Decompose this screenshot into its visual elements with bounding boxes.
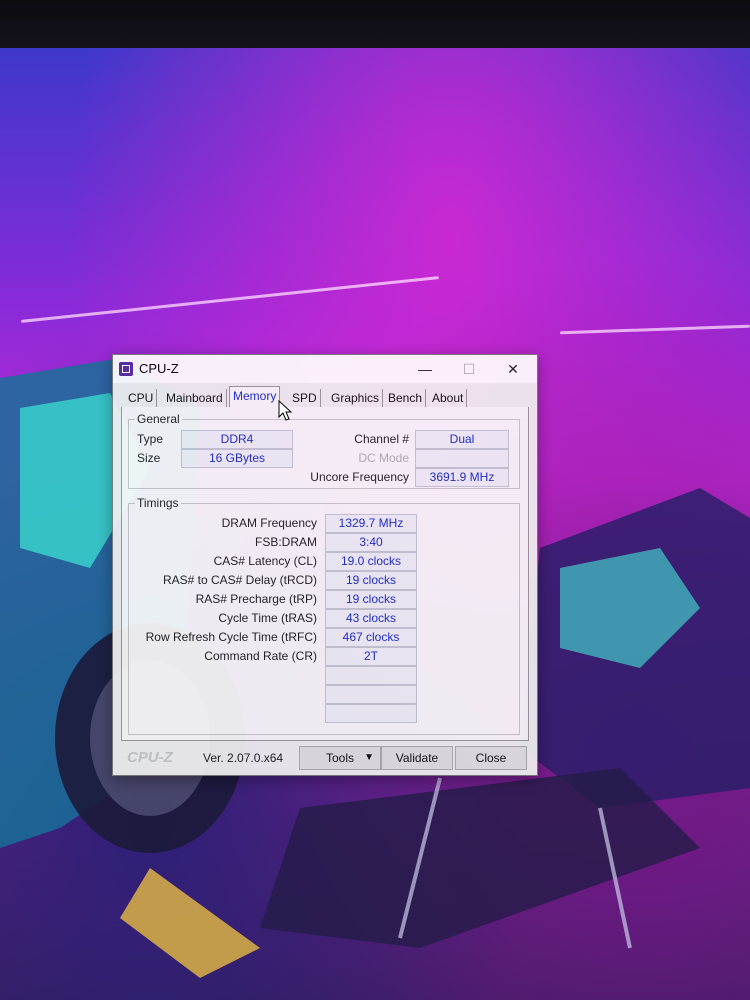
cycle-time-value: 43 clocks <box>325 609 417 628</box>
ras-to-cas-value: 19 clocks <box>325 571 417 590</box>
dc-mode-label: DC Mode <box>358 451 409 465</box>
tab-mainboard[interactable]: Mainboard <box>163 389 227 407</box>
cpuz-window: CPU-Z — ☐ ✕ CPU Mainboard Memory SPD Gra… <box>112 354 538 776</box>
mouse-cursor-icon <box>278 400 293 421</box>
type-value: DDR4 <box>181 430 293 449</box>
tools-button-label: Tools <box>325 751 354 765</box>
tab-graphics[interactable]: Graphics <box>328 389 384 407</box>
ras-precharge-label: RAS# Precharge (tRP) <box>195 592 317 606</box>
empty-timing-field <box>325 685 417 704</box>
type-label: Type <box>137 432 164 446</box>
general-group: General Type DDR4 Size 16 GBytes Channel… <box>128 412 520 489</box>
monitor-bezel <box>0 0 750 48</box>
validate-button[interactable]: Validate <box>381 746 453 770</box>
size-label: Size <box>137 451 161 465</box>
ras-precharge-value: 19 clocks <box>325 590 417 609</box>
tab-cpu[interactable]: CPU <box>125 389 158 407</box>
footer-bar: CPU-Z Ver. 2.07.0.x64 Tools ▼ Validate C… <box>113 741 537 775</box>
minimize-button[interactable]: — <box>403 355 447 383</box>
uncore-frequency-value: 3691.9 MHz <box>415 468 509 487</box>
ras-to-cas-label: RAS# to CAS# Delay (tRCD) <box>162 573 317 587</box>
dram-frequency-value: 1329.7 MHz <box>325 514 417 533</box>
dropdown-arrow-icon: ▼ <box>364 752 374 763</box>
cas-latency-value: 19.0 clocks <box>325 552 417 571</box>
window-title: CPU-Z <box>139 361 179 376</box>
timings-group: Timings DRAM Frequency 1329.7 MHz FSB:DR… <box>128 496 520 735</box>
close-window-button[interactable]: ✕ <box>491 355 535 383</box>
cas-latency-label: CAS# Latency (CL) <box>213 554 317 568</box>
dram-frequency-label: DRAM Frequency <box>221 516 317 530</box>
maximize-button[interactable]: ☐ <box>447 355 491 383</box>
channel-value: Dual <box>415 430 509 449</box>
title-bar[interactable]: CPU-Z — ☐ ✕ <box>113 355 537 383</box>
close-button[interactable]: Close <box>455 746 527 770</box>
cpuz-brand-logo: CPU-Z <box>127 749 173 766</box>
tab-bench[interactable]: Bench <box>385 389 427 407</box>
row-refresh-value: 467 clocks <box>325 628 417 647</box>
screen-photo: CPU-Z — ☐ ✕ CPU Mainboard Memory SPD Gra… <box>0 0 750 1000</box>
empty-timing-field <box>325 704 417 723</box>
command-rate-label: Command Rate (CR) <box>204 649 317 663</box>
timings-group-label: Timings <box>135 496 181 510</box>
cpuz-app-icon <box>119 362 133 376</box>
cycle-time-label: Cycle Time (tRAS) <box>218 611 317 625</box>
tab-about[interactable]: About <box>429 389 468 407</box>
size-value: 16 GBytes <box>181 449 293 468</box>
tab-memory[interactable]: Memory <box>229 386 281 409</box>
command-rate-value: 2T <box>325 647 417 666</box>
general-group-label: General <box>135 412 182 426</box>
row-refresh-label: Row Refresh Cycle Time (tRFC) <box>145 630 317 644</box>
empty-timing-field <box>325 666 417 685</box>
tools-button[interactable]: Tools ▼ <box>299 746 381 770</box>
tab-strip: CPU Mainboard Memory SPD Graphics Bench … <box>121 385 529 409</box>
uncore-frequency-label: Uncore Frequency <box>310 470 409 484</box>
fsb-dram-value: 3:40 <box>325 533 417 552</box>
fsb-dram-label: FSB:DRAM <box>254 535 317 549</box>
channel-label: Channel # <box>354 432 409 446</box>
memory-panel: General Type DDR4 Size 16 GBytes Channel… <box>121 407 529 741</box>
dc-mode-value <box>415 449 509 468</box>
version-label: Ver. 2.07.0.x64 <box>203 751 284 765</box>
